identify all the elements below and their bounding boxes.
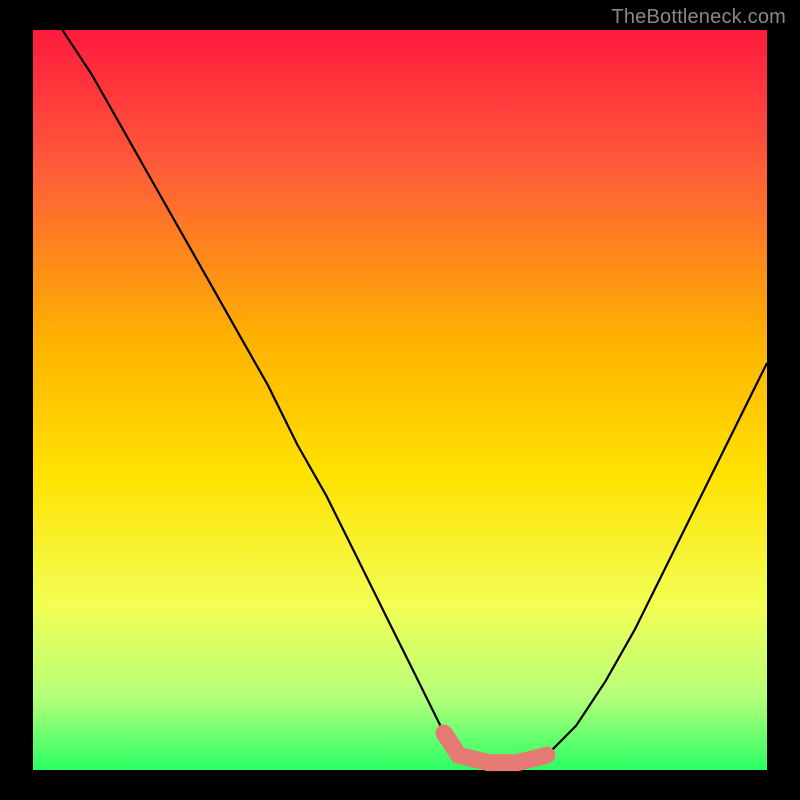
gradient-background xyxy=(33,30,767,770)
watermark-text: TheBottleneck.com xyxy=(611,6,786,29)
chart-container: TheBottleneck.com xyxy=(0,0,800,800)
bottleneck-curve-chart xyxy=(0,0,800,800)
